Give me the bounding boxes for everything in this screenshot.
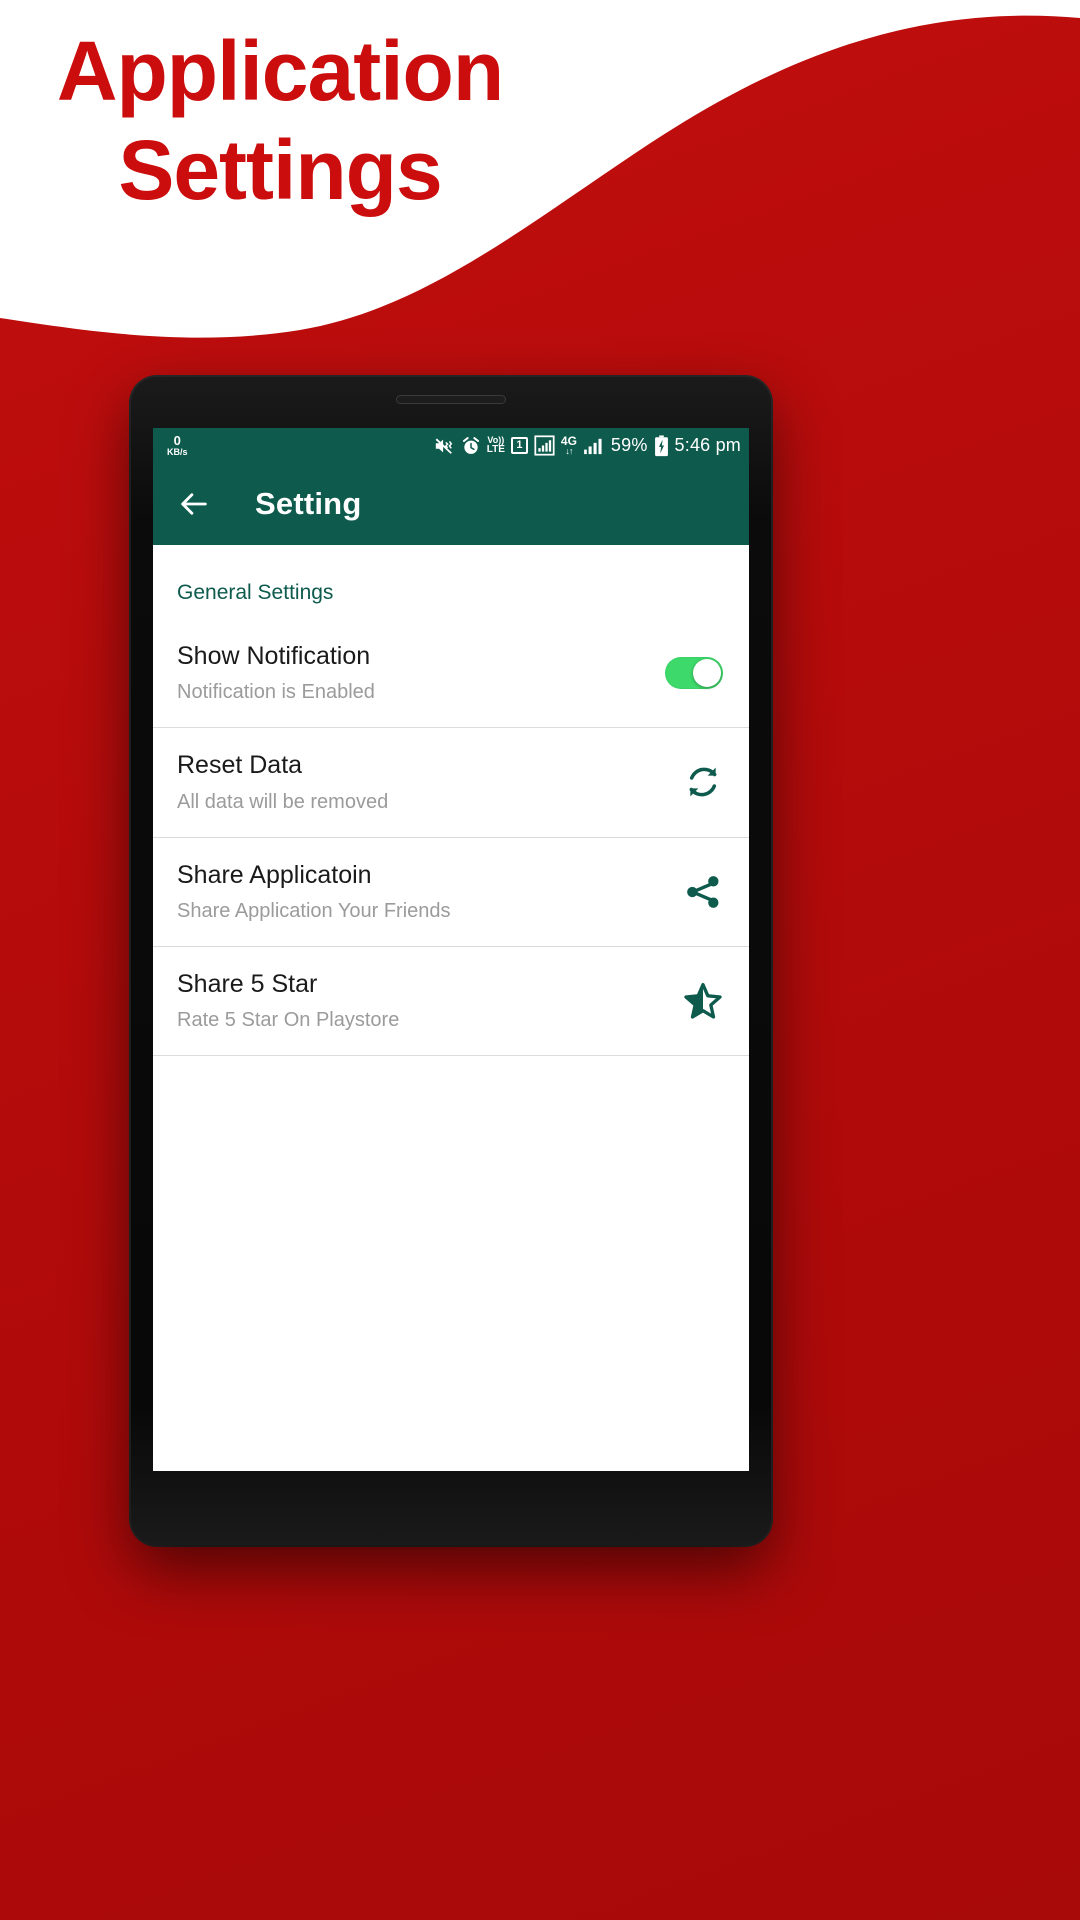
row-text-group: Reset Data All data will be removed	[177, 750, 388, 814]
volte-icon: Vo)) LTE	[486, 435, 505, 456]
mute-vibrate-icon	[435, 438, 452, 454]
phone-device-frame: 0 KB/s Vo)) LTE 1 4G ↓↑ 59% 5:46 pm Sett…	[131, 377, 771, 1545]
earpiece-speaker	[396, 395, 506, 404]
network-4g-icon: 4G ↓↑	[561, 435, 577, 456]
clock-label: 5:46 pm	[674, 435, 741, 455]
status-icons-group: Vo)) LTE 1 4G ↓↑ 59% 5:46 pm	[433, 435, 741, 457]
row-text-group: Share Applicatoin Share Application Your…	[177, 860, 451, 924]
row-title: Reset Data	[177, 751, 303, 780]
phone-top-bezel	[131, 377, 771, 428]
back-arrow-icon[interactable]	[177, 487, 211, 521]
settings-row-show-notification[interactable]: Show Notification Notification is Enable…	[153, 619, 749, 729]
phone-screen: 0 KB/s Vo)) LTE 1 4G ↓↑ 59% 5:46 pm Sett…	[153, 428, 749, 1471]
row-subtitle: Notification is Enabled	[177, 681, 375, 704]
row-text-group: Share 5 Star Rate 5 Star On Playstore	[177, 969, 399, 1033]
row-control[interactable]	[683, 981, 723, 1021]
data-arrows-icon: ↓↑	[565, 446, 573, 456]
settings-row-reset-data[interactable]: Reset Data All data will be removed	[153, 728, 749, 838]
promo-banner: Application Settings 0 KB/s Vo)) LTE 1 4…	[0, 0, 1080, 1920]
signal-boxed-icon	[534, 435, 555, 456]
headline-line-2: Settings	[118, 123, 442, 218]
row-control[interactable]	[683, 872, 723, 912]
row-subtitle: Share Application Your Friends	[177, 899, 451, 922]
row-title: Show Notification	[177, 642, 371, 670]
status-bar: 0 KB/s Vo)) LTE 1 4G ↓↑ 59% 5:46 pm	[153, 428, 749, 463]
show-notification-toggle[interactable]	[665, 657, 723, 690]
share-icon[interactable]	[683, 872, 723, 912]
battery-charging-icon	[654, 434, 668, 456]
app-bar-title: Setting	[255, 486, 362, 521]
row-text-group: Show Notification Notification is Enable…	[177, 641, 375, 705]
sim-icon: 1	[510, 437, 528, 454]
network-speed-unit: KB/s	[167, 447, 188, 457]
row-title: Share 5 Star	[177, 969, 318, 998]
row-control[interactable]	[665, 657, 723, 690]
network-speed-indicator: 0 KB/s	[167, 434, 188, 457]
row-subtitle: All data will be removed	[177, 790, 389, 813]
settings-row-share-application[interactable]: Share Applicatoin Share Application Your…	[153, 838, 749, 947]
headline-line-1: Application	[56, 24, 504, 118]
row-control[interactable]	[683, 762, 723, 802]
app-bar: Setting	[153, 463, 749, 545]
row-title: Share Applicatoin	[177, 860, 372, 889]
star-half-icon[interactable]	[683, 981, 723, 1021]
settings-list: General Settings Show Notification Notif…	[153, 545, 749, 1386]
settings-row-share-5-star[interactable]: Share 5 Star Rate 5 Star On Playstore	[153, 947, 749, 1056]
sim-label: 1	[516, 439, 523, 451]
section-header-general-settings: General Settings	[177, 581, 334, 604]
empty-list-area	[153, 1056, 749, 1386]
volte-bottom-label: LTE	[486, 443, 505, 455]
page-title: Application Settings	[0, 22, 560, 220]
battery-percent-label: 59%	[610, 435, 648, 455]
row-subtitle: Rate 5 Star On Playstore	[177, 1009, 400, 1031]
toggle-knob	[693, 659, 721, 688]
network-speed-value: 0	[173, 433, 181, 448]
alarm-icon	[462, 436, 479, 454]
signal-bars-icon	[584, 438, 602, 454]
refresh-sync-icon[interactable]	[683, 762, 723, 802]
